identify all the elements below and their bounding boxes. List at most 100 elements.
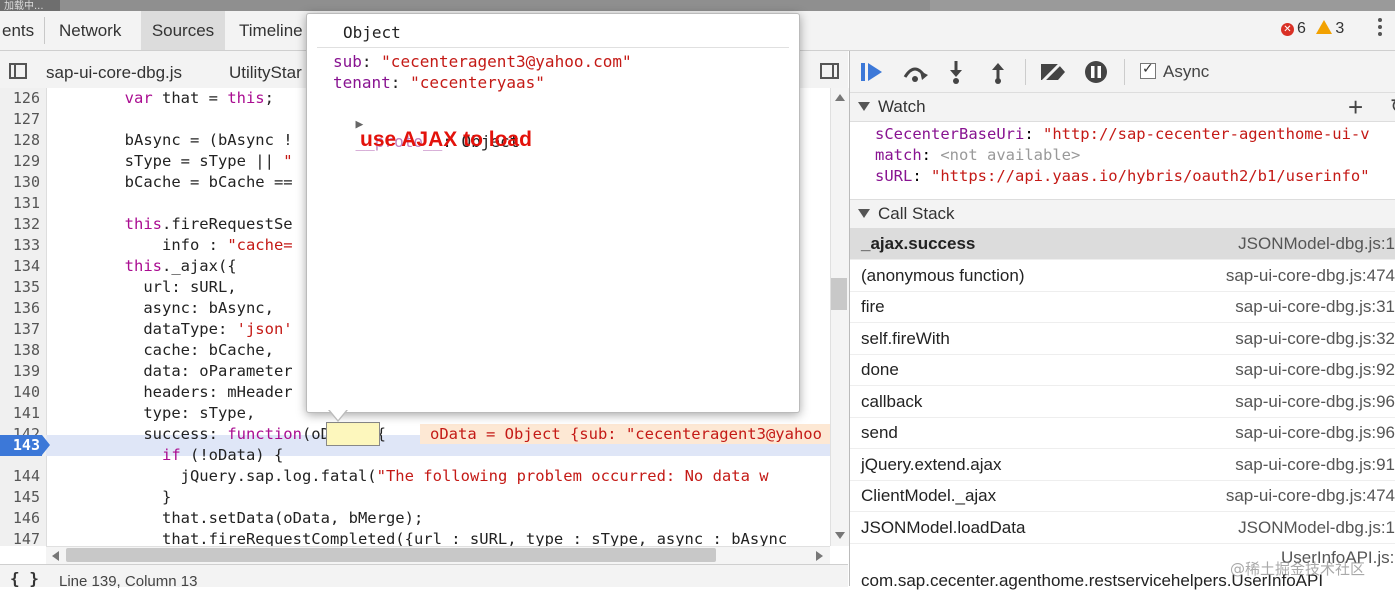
code-line[interactable]: bCache = bCache == — [50, 173, 293, 191]
step-into-icon[interactable] — [947, 60, 965, 84]
code-line[interactable]: dataType: 'json' — [50, 320, 292, 338]
scroll-right-icon[interactable] — [816, 551, 823, 561]
line-number[interactable]: 140 — [0, 383, 40, 401]
call-stack-title: Call Stack — [878, 204, 955, 223]
async-checkbox[interactable]: ✓ — [1140, 61, 1156, 79]
hover-target-highlight — [326, 422, 380, 446]
more-options-icon[interactable] — [1378, 18, 1382, 39]
object-preview-popover[interactable]: Object sub: "cecenteragent3@yahoo.com" t… — [306, 13, 800, 413]
code-line[interactable]: async: bAsync, — [50, 299, 274, 317]
call-stack-frame[interactable]: done sap-ui-core-dbg.js:92 — [850, 354, 1395, 386]
refresh-watch-icon[interactable]: ↻ — [1390, 93, 1395, 121]
toggle-debugger-icon[interactable] — [820, 63, 839, 79]
scroll-up-icon[interactable] — [835, 94, 845, 101]
toolbar-divider — [1025, 59, 1026, 85]
debugger-toolbar: ✓ Async — [850, 51, 1395, 93]
line-number[interactable]: 134 — [0, 257, 40, 275]
line-number[interactable]: 144 — [0, 467, 40, 485]
call-stack-file: sap-ui-core-dbg.js:474 — [1225, 486, 1395, 505]
code-line[interactable]: that.setData(oData, bMerge); — [50, 509, 423, 527]
code-line[interactable]: sType = sType || " — [50, 152, 293, 170]
code-line[interactable]: this._ajax({ — [50, 257, 237, 275]
code-line[interactable]: that.fireRequestCompleted({url : sURL, t… — [50, 530, 787, 546]
watch-section-header[interactable]: Watch + ↻ — [850, 92, 1395, 122]
watermark-text: @稀土掘金技术社区 — [1230, 560, 1366, 578]
code-line[interactable]: type: sType, — [50, 404, 255, 422]
call-stack-frame[interactable]: (anonymous function) sap-ui-core-dbg.js:4… — [850, 260, 1395, 292]
popover-property[interactable]: tenant: "cecenteryaas" — [333, 73, 545, 92]
code-line[interactable]: jQuery.sap.log.fatal("The following prob… — [50, 467, 769, 485]
popover-property[interactable]: sub: "cecenteragent3@yahoo.com" — [333, 52, 632, 71]
tab-sources[interactable]: Sources — [141, 11, 225, 50]
code-line[interactable]: var that = this; — [50, 89, 274, 107]
call-stack-section-header[interactable]: Call Stack — [850, 199, 1395, 229]
call-stack-frame[interactable]: send sap-ui-core-dbg.js:96 — [850, 417, 1395, 449]
line-number[interactable]: 132 — [0, 215, 40, 233]
call-stack-frame[interactable]: JSONModel.loadData JSONModel-dbg.js:1 — [850, 512, 1395, 544]
editor-vertical-scroll-thumb[interactable] — [831, 278, 847, 310]
call-stack-frame-name: done — [861, 360, 899, 379]
line-number-gutter[interactable]: 126 127 128 129 130 131 132 133 134 135 136 137 138 1… — [0, 88, 47, 546]
error-warning-counter[interactable]: ✕ 6 3 — [1281, 20, 1344, 38]
code-line[interactable]: data: oParameter — [50, 362, 292, 380]
step-out-icon[interactable] — [989, 60, 1007, 84]
line-number[interactable]: 138 — [0, 341, 40, 359]
add-watch-icon[interactable]: + — [1348, 93, 1363, 121]
line-number[interactable]: 126 — [0, 89, 40, 107]
line-number[interactable]: 145 — [0, 488, 40, 506]
code-line[interactable]: if (!oData) { — [50, 446, 283, 464]
error-count: 6 — [1297, 20, 1306, 37]
line-number[interactable]: 147 — [0, 530, 40, 546]
line-number[interactable]: 136 — [0, 299, 40, 317]
annotation-text: use AJAX to load — [360, 128, 532, 151]
watch-item[interactable]: sCecenterBaseUri: "http://sap-cecenter-a… — [875, 125, 1370, 143]
call-stack-frame[interactable]: callback sap-ui-core-dbg.js:96 — [850, 386, 1395, 418]
breakpoint-marker[interactable]: 143 — [0, 435, 50, 456]
toggle-navigator-icon[interactable] — [9, 63, 27, 79]
resume-icon[interactable] — [860, 61, 886, 83]
watch-item[interactable]: sURL: "https://api.yaas.io/hybris/oauth2… — [875, 167, 1370, 185]
call-stack-frame-name: callback — [861, 391, 923, 411]
deactivate-breakpoints-icon[interactable] — [1038, 61, 1068, 83]
call-stack-frame[interactable]: jQuery.extend.ajax sap-ui-core-dbg.js:91 — [850, 449, 1395, 481]
code-line[interactable]: } — [50, 488, 171, 506]
pretty-print-button[interactable]: { } — [10, 569, 39, 588]
step-over-icon[interactable] — [901, 61, 929, 83]
tab-network[interactable]: Network — [59, 11, 121, 50]
error-icon: ✕ — [1281, 23, 1294, 36]
checkmark-icon: ✓ — [1142, 61, 1154, 77]
call-stack-frame[interactable]: fire sap-ui-core-dbg.js:31 — [850, 291, 1395, 323]
call-stack-frame[interactable]: _ajax.success JSONModel-dbg.js:1 — [850, 228, 1395, 260]
line-number[interactable]: 137 — [0, 320, 40, 338]
call-stack-file: sap-ui-core-dbg.js:91 — [1235, 454, 1395, 474]
editor-horizontal-scroll-thumb[interactable] — [66, 548, 716, 562]
line-number[interactable]: 127 — [0, 110, 40, 128]
code-line[interactable]: bAsync = (bAsync ! — [50, 131, 293, 149]
line-number[interactable]: 146 — [0, 509, 40, 527]
code-line[interactable]: url: sURL, — [50, 278, 236, 296]
line-number[interactable]: 129 — [0, 152, 40, 170]
pause-on-exceptions-icon[interactable] — [1084, 60, 1108, 84]
line-number[interactable]: 131 — [0, 194, 40, 212]
line-number[interactable]: 141 — [0, 404, 40, 422]
call-stack-file: sap-ui-core-dbg.js:96 — [1235, 423, 1395, 442]
line-number[interactable]: 128 — [0, 131, 40, 149]
line-number[interactable]: 139 — [0, 362, 40, 380]
tab-elements[interactable]: ents — [0, 11, 48, 50]
code-line[interactable]: cache: bCache, — [50, 341, 274, 359]
editor-vertical-scrollbar[interactable] — [830, 88, 849, 546]
top-strip: 加载中... — [0, 0, 1395, 12]
scroll-left-icon[interactable] — [52, 551, 59, 561]
code-line[interactable]: headers: mHeader — [50, 383, 292, 401]
call-stack-frame[interactable]: self.fireWith sap-ui-core-dbg.js:32 — [850, 323, 1395, 355]
watch-item[interactable]: match: <not available> — [875, 146, 1080, 164]
scroll-down-icon[interactable] — [835, 532, 845, 539]
line-number[interactable]: 133 — [0, 236, 40, 254]
top-strip-right — [930, 0, 1395, 11]
line-number[interactable]: 130 — [0, 173, 40, 191]
call-stack-file: sap-ui-core-dbg.js:474 — [1225, 265, 1395, 285]
line-number[interactable]: 135 — [0, 278, 40, 296]
call-stack-frame[interactable]: ClientModel._ajax sap-ui-core-dbg.js:474 — [850, 480, 1395, 512]
tab-timeline[interactable]: Timeline — [239, 11, 303, 50]
warning-count: 3 — [1335, 20, 1345, 37]
